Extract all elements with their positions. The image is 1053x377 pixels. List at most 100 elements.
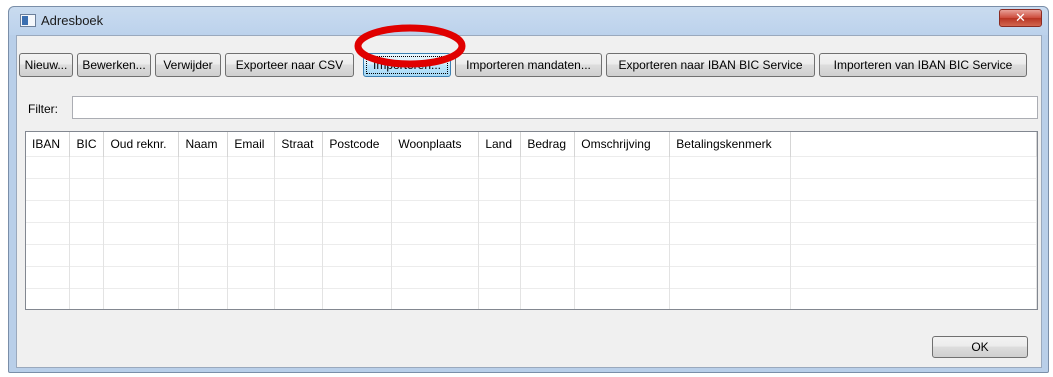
title-bar[interactable]: Adresboek ✕ bbox=[9, 7, 1048, 35]
table-cell bbox=[520, 178, 576, 201]
delete-button[interactable]: Verwijder bbox=[155, 53, 221, 77]
table-cell bbox=[69, 200, 105, 223]
column-header-iban[interactable]: IBAN bbox=[26, 132, 71, 157]
table-cell bbox=[178, 288, 229, 309]
table-cell bbox=[103, 288, 180, 309]
table-row[interactable] bbox=[26, 288, 1037, 309]
table-cell bbox=[790, 200, 1037, 223]
table-row[interactable] bbox=[26, 222, 1037, 245]
table-cell bbox=[790, 244, 1037, 267]
address-table[interactable]: IBAN BIC Oud reknr. Naam Email Straat Po… bbox=[25, 131, 1038, 310]
table-header-row: IBAN BIC Oud reknr. Naam Email Straat Po… bbox=[26, 132, 1037, 157]
table-cell bbox=[26, 266, 71, 289]
table-cell bbox=[178, 178, 229, 201]
column-header-old-account[interactable]: Oud reknr. bbox=[103, 132, 180, 157]
table-cell bbox=[69, 266, 105, 289]
table-cell bbox=[669, 222, 792, 245]
table-body bbox=[26, 156, 1037, 309]
address-table-grid: IBAN BIC Oud reknr. Naam Email Straat Po… bbox=[26, 132, 1037, 309]
table-cell bbox=[26, 244, 71, 267]
table-cell bbox=[274, 222, 324, 245]
table-cell bbox=[26, 222, 71, 245]
table-cell bbox=[574, 288, 671, 309]
table-cell bbox=[478, 244, 522, 267]
table-cell bbox=[227, 178, 276, 201]
table-row[interactable] bbox=[26, 156, 1037, 179]
table-cell bbox=[574, 156, 671, 179]
export-iban-bic-service-button[interactable]: Exporteren naar IBAN BIC Service bbox=[606, 53, 815, 77]
column-header-bic[interactable]: BIC bbox=[69, 132, 105, 157]
close-button[interactable]: ✕ bbox=[999, 9, 1042, 27]
table-cell bbox=[227, 266, 276, 289]
table-cell bbox=[520, 266, 576, 289]
import-iban-bic-service-button[interactable]: Importeren van IBAN BIC Service bbox=[819, 53, 1027, 77]
table-cell bbox=[178, 222, 229, 245]
table-cell bbox=[478, 156, 522, 179]
column-header-street[interactable]: Straat bbox=[274, 132, 324, 157]
import-button[interactable]: Importeren... bbox=[363, 53, 451, 77]
table-cell bbox=[669, 156, 792, 179]
table-cell bbox=[478, 200, 522, 223]
table-cell bbox=[274, 288, 324, 309]
column-header-payment-reference[interactable]: Betalingskenmerk bbox=[669, 132, 792, 157]
column-header-city[interactable]: Woonplaats bbox=[391, 132, 480, 157]
table-cell bbox=[790, 222, 1037, 245]
column-header-postcode[interactable]: Postcode bbox=[322, 132, 393, 157]
table-cell bbox=[322, 288, 393, 309]
table-row[interactable] bbox=[26, 200, 1037, 223]
table-cell bbox=[274, 178, 324, 201]
address-book-window: Adresboek ✕ Nieuw... Bewerken... Verwijd… bbox=[8, 6, 1049, 373]
new-button[interactable]: Nieuw... bbox=[19, 53, 73, 77]
table-cell bbox=[478, 266, 522, 289]
dialog-client-area: Nieuw... Bewerken... Verwijder Exporteer… bbox=[16, 35, 1042, 368]
table-cell bbox=[790, 156, 1037, 179]
table-cell bbox=[26, 178, 71, 201]
table-cell bbox=[574, 266, 671, 289]
filter-label: Filter: bbox=[28, 102, 58, 116]
table-row[interactable] bbox=[26, 178, 1037, 201]
table-cell bbox=[103, 244, 180, 267]
table-row[interactable] bbox=[26, 266, 1037, 289]
table-cell bbox=[520, 244, 576, 267]
column-header-country[interactable]: Land bbox=[478, 132, 522, 157]
export-csv-button[interactable]: Exporteer naar CSV bbox=[225, 53, 354, 77]
table-cell bbox=[26, 200, 71, 223]
table-cell bbox=[227, 288, 276, 309]
table-cell bbox=[669, 178, 792, 201]
column-header-email[interactable]: Email bbox=[227, 132, 276, 157]
table-cell bbox=[790, 178, 1037, 201]
column-header-description[interactable]: Omschrijving bbox=[574, 132, 671, 157]
table-cell bbox=[178, 244, 229, 267]
table-cell bbox=[391, 222, 480, 245]
table-cell bbox=[69, 288, 105, 309]
table-cell bbox=[103, 178, 180, 201]
table-cell bbox=[520, 288, 576, 309]
table-cell bbox=[103, 156, 180, 179]
table-cell bbox=[227, 200, 276, 223]
table-cell bbox=[574, 244, 671, 267]
import-mandates-button[interactable]: Importeren mandaten... bbox=[455, 53, 602, 77]
column-header-name[interactable]: Naam bbox=[178, 132, 229, 157]
table-cell bbox=[274, 156, 324, 179]
table-cell bbox=[178, 266, 229, 289]
table-cell bbox=[520, 222, 576, 245]
table-cell bbox=[669, 244, 792, 267]
table-cell bbox=[391, 200, 480, 223]
window-title: Adresboek bbox=[41, 13, 104, 28]
column-header-amount[interactable]: Bedrag bbox=[520, 132, 576, 157]
table-row[interactable] bbox=[26, 244, 1037, 267]
table-cell bbox=[322, 222, 393, 245]
import-button-label: Importeren... bbox=[366, 56, 448, 74]
table-cell bbox=[227, 156, 276, 179]
table-cell bbox=[103, 200, 180, 223]
table-cell bbox=[478, 288, 522, 309]
table-cell bbox=[322, 266, 393, 289]
ok-button[interactable]: OK bbox=[932, 336, 1028, 358]
table-cell bbox=[669, 288, 792, 309]
filter-input[interactable] bbox=[72, 96, 1038, 119]
table-cell bbox=[69, 222, 105, 245]
edit-button[interactable]: Bewerken... bbox=[77, 53, 151, 77]
table-cell bbox=[391, 178, 480, 201]
table-cell bbox=[103, 222, 180, 245]
table-cell bbox=[391, 244, 480, 267]
